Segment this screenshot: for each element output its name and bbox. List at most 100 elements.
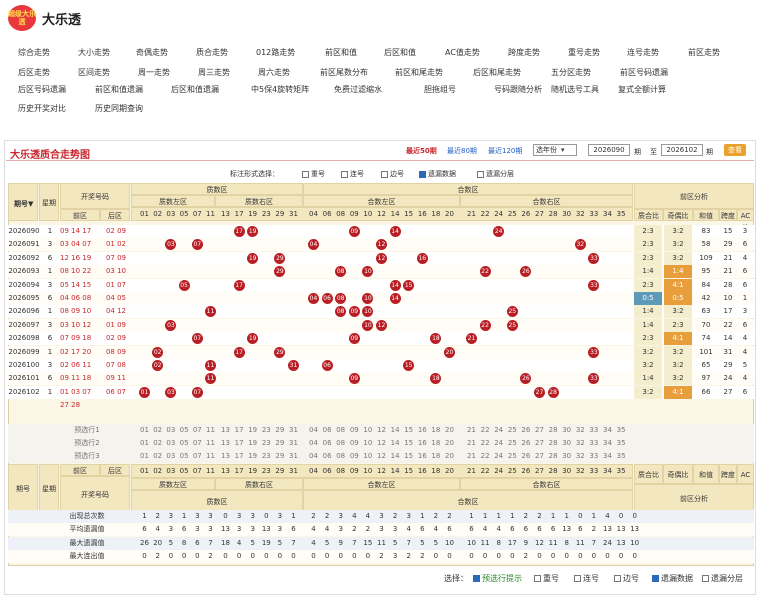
period-50-link[interactable]: 最近50期	[406, 146, 437, 156]
option-3[interactable]: 遗漏数据	[419, 169, 456, 179]
preselect-number[interactable]: 21	[465, 424, 478, 437]
checkbox[interactable]	[702, 575, 709, 582]
nav-link[interactable]: 前区尾数分布	[320, 67, 368, 78]
nav-link[interactable]: 号码跟随分析	[494, 84, 542, 95]
preselect-number[interactable]: 06	[321, 437, 334, 450]
preselect-number[interactable]: 31	[287, 450, 300, 463]
nav-link[interactable]: 前区号码遗漏	[620, 67, 668, 78]
preselect-number[interactable]: 20	[443, 450, 456, 463]
preselect-number[interactable]: 21	[465, 437, 478, 450]
nav-link[interactable]: 后区和值遗漏	[171, 84, 219, 95]
preselect-number[interactable]: 15	[402, 424, 415, 437]
preselect-number[interactable]: 12	[375, 450, 388, 463]
checkbox[interactable]	[473, 575, 480, 582]
preselect-number[interactable]: 22	[479, 424, 492, 437]
nav-link[interactable]: 质合走势	[196, 47, 228, 58]
preselect-number[interactable]: 26	[519, 424, 532, 437]
checkbox[interactable]	[477, 170, 484, 178]
nav-link[interactable]: 中5保4旋转矩阵	[251, 84, 309, 95]
period-80-link[interactable]: 最近80期	[447, 146, 477, 156]
preselect-number[interactable]: 09	[348, 424, 361, 437]
checkbox[interactable]	[534, 575, 541, 582]
preselect-number[interactable]: 23	[260, 437, 273, 450]
preselect-number[interactable]: 09	[348, 450, 361, 463]
nav-link[interactable]: 综合走势	[18, 47, 50, 58]
preselect-number[interactable]: 15	[402, 437, 415, 450]
period-120-link[interactable]: 最近120期	[488, 146, 522, 156]
nav-link[interactable]: 重号走势	[568, 47, 600, 58]
footer-option-3[interactable]: 边号	[614, 573, 639, 584]
preselect-number[interactable]: 06	[321, 450, 334, 463]
preselect-number[interactable]: 31	[287, 424, 300, 437]
nav-link[interactable]: 大小走势	[78, 47, 110, 58]
preselect-number[interactable]: 33	[587, 450, 600, 463]
preselect-number[interactable]: 30	[560, 450, 573, 463]
preselect-number[interactable]: 05	[178, 437, 191, 450]
footer-option-0[interactable]: 预选行提示	[473, 573, 522, 584]
nav-link[interactable]: 前区和值遗漏	[95, 84, 143, 95]
preselect-number[interactable]: 10	[361, 424, 374, 437]
preselect-number[interactable]: 33	[587, 424, 600, 437]
preselect-number[interactable]: 10	[361, 450, 374, 463]
preselect-number[interactable]: 33	[587, 437, 600, 450]
nav-link[interactable]: 前区和值	[325, 47, 357, 58]
preselect-number[interactable]: 07	[191, 450, 204, 463]
preselect-number[interactable]: 21	[465, 450, 478, 463]
preselect-number[interactable]: 35	[615, 437, 628, 450]
preselect-number[interactable]: 07	[191, 437, 204, 450]
preselect-row[interactable]: 预选行1 01 02 03 05 07 11 13 17 19 23 29 31 04 06 08 09 10 12…	[8, 424, 754, 437]
footer-option-5[interactable]: 遗漏分层	[702, 573, 743, 584]
preselect-number[interactable]: 32	[574, 450, 587, 463]
preselect-number[interactable]: 25	[506, 437, 519, 450]
preselect-number[interactable]: 30	[560, 424, 573, 437]
from-issue-input[interactable]: 2026090	[588, 144, 630, 156]
nav-link[interactable]: 奇偶走势	[136, 47, 168, 58]
preselect-number[interactable]: 10	[361, 437, 374, 450]
nav-link[interactable]: 历史开奖对比	[18, 103, 66, 114]
preselect-number[interactable]: 34	[601, 450, 614, 463]
preselect-number[interactable]: 34	[601, 437, 614, 450]
nav-link[interactable]: 前区走势	[688, 47, 720, 58]
nav-link[interactable]: 随机选号工具	[551, 84, 599, 95]
preselect-number[interactable]: 23	[260, 424, 273, 437]
checkbox[interactable]	[302, 170, 309, 178]
preselect-number[interactable]: 13	[219, 437, 232, 450]
preselect-number[interactable]: 32	[574, 437, 587, 450]
option-1[interactable]: 连号	[341, 169, 364, 179]
preselect-number[interactable]: 19	[246, 437, 259, 450]
preselect-row[interactable]: 预选行3 01 02 03 05 07 11 13 17 19 23 29 31 04 06 08 09 10 12…	[8, 450, 754, 464]
preselect-number[interactable]: 29	[273, 424, 286, 437]
nav-link[interactable]: 后区号码遗漏	[18, 84, 66, 95]
preselect-number[interactable]: 04	[307, 450, 320, 463]
footer-option-4[interactable]: 遗漏数据	[652, 573, 693, 584]
nav-link[interactable]: 复式全额计算	[618, 84, 666, 95]
preselect-number[interactable]: 35	[615, 424, 628, 437]
preselect-number[interactable]: 25	[506, 424, 519, 437]
nav-link[interactable]: AC值走势	[445, 47, 480, 58]
preselect-number[interactable]: 28	[547, 450, 560, 463]
nav-link[interactable]: 跨度走势	[508, 47, 540, 58]
preselect-number[interactable]: 16	[416, 437, 429, 450]
preselect-number[interactable]: 17	[233, 450, 246, 463]
preselect-number[interactable]: 18	[429, 424, 442, 437]
preselect-number[interactable]: 08	[334, 424, 347, 437]
preselect-number[interactable]: 19	[246, 450, 259, 463]
nav-link[interactable]: 012路走势	[256, 47, 295, 58]
preselect-number[interactable]: 14	[389, 424, 402, 437]
checkbox[interactable]	[341, 170, 348, 178]
nav-link[interactable]: 免费过滤缩水	[334, 84, 382, 95]
nav-link[interactable]: 后区走势	[18, 67, 50, 78]
preselect-number[interactable]: 27	[533, 450, 546, 463]
preselect-number[interactable]: 06	[321, 424, 334, 437]
preselect-number[interactable]: 18	[429, 450, 442, 463]
preselect-number[interactable]: 34	[601, 424, 614, 437]
footer-option-2[interactable]: 连号	[574, 573, 599, 584]
preselect-number[interactable]: 29	[273, 450, 286, 463]
preselect-number[interactable]: 14	[389, 437, 402, 450]
checkbox[interactable]	[614, 575, 621, 582]
preselect-number[interactable]: 02	[151, 450, 164, 463]
nav-link[interactable]: 后区和值	[384, 47, 416, 58]
nav-link[interactable]: 前区和尾走势	[395, 67, 443, 78]
preselect-number[interactable]: 15	[402, 450, 415, 463]
preselect-number[interactable]: 35	[615, 450, 628, 463]
